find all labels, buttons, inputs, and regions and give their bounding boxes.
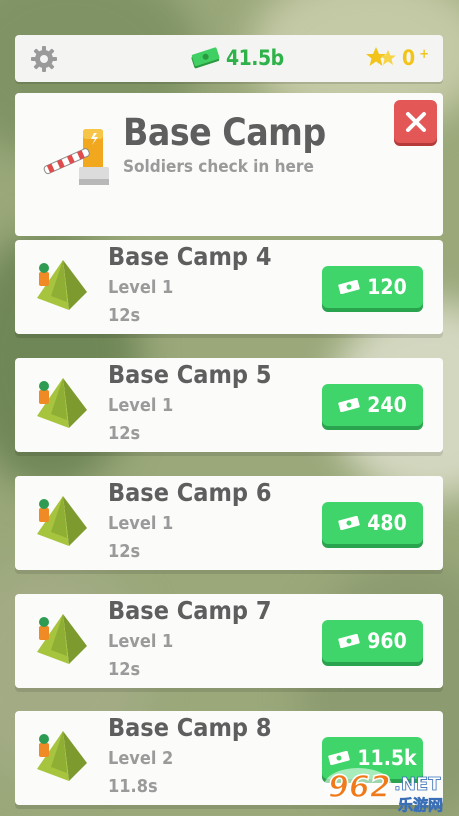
tent-icon [37, 496, 87, 546]
camp-level: Level 1 [108, 513, 174, 534]
settings-gear-icon[interactable] [30, 45, 58, 73]
camp-time: 12s [108, 305, 141, 326]
money-counter: 41.5b [190, 44, 284, 72]
upgrade-price: 120 [367, 275, 407, 299]
watermark-domain: .NET [394, 774, 441, 795]
page-title: Base Camp [123, 111, 326, 154]
camp-level: Level 1 [108, 277, 174, 298]
cash-icon [338, 516, 361, 530]
watermark-sub: 乐游网 [398, 796, 443, 814]
upgrade-button[interactable]: 120 [322, 266, 423, 308]
camp-card: Base Camp 7 Level 1 12s 960 [15, 594, 443, 688]
star-counter[interactable]: 0 + [366, 44, 429, 72]
close-button[interactable] [394, 100, 437, 143]
camp-time: 12s [108, 541, 141, 562]
upgrade-price: 960 [367, 629, 407, 653]
camp-name: Base Camp 6 [108, 478, 272, 507]
upgrade-price: 480 [367, 511, 407, 535]
upgrade-price: 240 [367, 393, 407, 417]
camp-name: Base Camp 8 [108, 713, 272, 742]
camp-name: Base Camp 4 [108, 242, 272, 271]
camp-name: Base Camp 7 [108, 596, 272, 625]
close-icon [405, 111, 426, 132]
watermark-brand: 962 [328, 770, 391, 805]
add-stars-plus[interactable]: + [419, 47, 429, 62]
upgrade-button[interactable]: 240 [322, 384, 423, 426]
camp-level: Level 1 [108, 631, 174, 652]
upgrade-button[interactable]: 960 [322, 620, 423, 662]
tent-icon [37, 614, 87, 664]
site-watermark-logo: 962 .NET 乐游网 [324, 768, 443, 814]
upgrade-button[interactable]: 480 [322, 502, 423, 544]
base-camp-header-panel: Base Camp Soldiers check in here [15, 93, 443, 236]
cash-icon [338, 634, 361, 648]
cash-icon [191, 47, 220, 69]
cash-icon [328, 751, 351, 765]
money-value: 41.5b [226, 46, 284, 70]
camp-card: Base Camp 4 Level 1 12s 120 [15, 240, 443, 334]
cash-icon [338, 280, 361, 294]
checkpoint-barrier-icon [43, 129, 109, 185]
camp-time: 12s [108, 659, 141, 680]
page-subtitle: Soldiers check in here [123, 157, 314, 177]
stars-icon [366, 47, 397, 66]
camp-time: 11.8s [108, 776, 158, 797]
tent-icon [37, 731, 87, 781]
cash-icon [338, 398, 361, 412]
tent-icon [37, 260, 87, 310]
top-status-bar: 41.5b 0 + [15, 35, 443, 82]
tent-icon [37, 378, 87, 428]
camp-card: Base Camp 6 Level 1 12s 480 [15, 476, 443, 570]
camp-card: Base Camp 5 Level 1 12s 240 [15, 358, 443, 452]
camp-time: 12s [108, 423, 141, 444]
camp-name: Base Camp 5 [108, 360, 272, 389]
camp-level: Level 2 [108, 748, 174, 769]
camp-level: Level 1 [108, 395, 174, 416]
stars-value: 0 [402, 46, 416, 70]
